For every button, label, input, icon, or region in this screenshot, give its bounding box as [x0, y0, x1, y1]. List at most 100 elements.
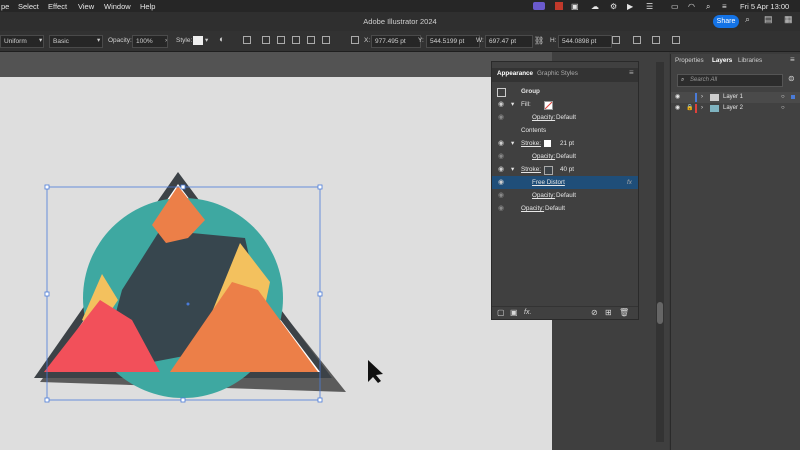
search-icon[interactable]: ⌕ — [745, 14, 750, 25]
reference-point-icon[interactable] — [351, 36, 359, 44]
opacity-input[interactable]: 100% — [132, 35, 168, 48]
target-icon[interactable]: ○ — [781, 92, 785, 103]
chevron-right-icon[interactable]: › — [701, 103, 703, 114]
align-middle-icon[interactable] — [307, 36, 315, 44]
eye-icon[interactable]: ◉ — [675, 103, 680, 114]
eye-icon[interactable]: ◉ — [498, 163, 504, 176]
style-swatch[interactable] — [193, 36, 203, 45]
eye-icon[interactable]: ◉ — [498, 202, 504, 215]
effect-opacity-row[interactable]: ◉ Opacity: Default — [492, 189, 638, 202]
chevron-right-icon[interactable]: › — [701, 92, 703, 103]
menu-item-window[interactable]: Window — [104, 2, 131, 11]
align-left-icon[interactable] — [243, 36, 251, 44]
link-icon[interactable]: ⛓ — [534, 35, 544, 46]
menu-item-help[interactable]: Help — [140, 2, 155, 11]
stroke-label[interactable]: Stroke: — [521, 137, 541, 150]
layer-row-1[interactable]: ◉ › Layer 1 ○ — [671, 92, 800, 103]
menu-item-effect[interactable]: Effect — [48, 2, 67, 11]
mountain-artwork[interactable] — [0, 52, 552, 450]
target-icon[interactable]: ○ — [781, 103, 785, 114]
eye-icon[interactable]: ◉ — [498, 98, 504, 111]
opacity-link[interactable]: Opacity: — [532, 111, 555, 124]
new-stroke-icon[interactable]: ▢ — [497, 308, 505, 317]
stroke-label[interactable]: Stroke: — [521, 163, 541, 176]
layer-name[interactable]: Layer 2 — [723, 103, 743, 114]
scroll-thumb[interactable] — [657, 302, 663, 324]
opacity-link[interactable]: Opacity: — [532, 189, 555, 202]
search-input[interactable]: Search All — [690, 75, 717, 86]
layer-name[interactable]: Layer 1 — [723, 92, 743, 103]
tab-graphic-styles[interactable]: Graphic Styles — [537, 70, 578, 77]
eye-icon[interactable]: ◉ — [498, 111, 504, 124]
eye-icon[interactable]: ◉ — [498, 176, 504, 189]
arrange-icon[interactable] — [652, 36, 660, 44]
screen-record-icon[interactable] — [533, 2, 545, 10]
delete-item-icon[interactable]: 🗑 — [619, 308, 629, 317]
panel-menu-icon[interactable]: ≡ — [790, 55, 795, 64]
align-top-icon[interactable] — [292, 36, 300, 44]
app-icon[interactable] — [555, 2, 563, 10]
stroke-swatch-white[interactable] — [544, 140, 551, 147]
chevron-down-icon[interactable]: ▾ — [511, 163, 514, 176]
tab-layers[interactable]: Layers — [712, 57, 732, 64]
fx-icon[interactable]: fx — [627, 176, 632, 189]
creative-cloud-icon[interactable]: ☁ — [591, 2, 599, 11]
w-input[interactable]: 697.47 pt — [485, 35, 533, 48]
chevron-down-icon[interactable]: ▾ — [97, 35, 100, 46]
panel-menu-icon[interactable]: ≡ — [629, 68, 634, 77]
chevron-down-icon[interactable]: ▾ — [511, 137, 514, 150]
opacity-link[interactable]: Opacity: — [532, 150, 555, 163]
control-center-icon[interactable]: ≡ — [722, 2, 727, 11]
menu-item-view[interactable]: View — [78, 2, 94, 11]
chevron-right-icon[interactable]: › — [165, 35, 167, 46]
duplicate-item-icon[interactable]: ⊞ — [605, 308, 612, 317]
media-icon[interactable]: ▶ — [627, 2, 633, 11]
battery-icon[interactable]: ▭ — [671, 2, 679, 11]
spotlight-icon[interactable]: ⌕ — [706, 2, 710, 12]
menu-icon[interactable] — [672, 36, 680, 44]
tab-properties[interactable]: Properties — [675, 57, 704, 64]
fill-opacity-row[interactable]: ◉ Opacity: Default — [492, 111, 638, 124]
chevron-down-icon[interactable]: ▾ — [511, 98, 514, 111]
wifi-icon[interactable]: ◠ — [688, 2, 695, 11]
stroke-swatch-dark[interactable] — [544, 166, 553, 175]
share-button[interactable]: Share — [713, 15, 739, 28]
chevron-down-icon[interactable]: ▾ — [39, 35, 42, 46]
free-distort-row[interactable]: ◉ Free Distort fx — [492, 176, 638, 189]
stroke-row-1[interactable]: ◉ ▾ Stroke: 21 pt — [492, 137, 638, 150]
selection-indicator[interactable] — [791, 95, 795, 99]
layers-search[interactable]: ⌕ Search All — [677, 74, 783, 87]
h-input[interactable]: 544.0898 pt — [558, 35, 612, 48]
brush-select[interactable]: Basic — [49, 35, 103, 48]
stroke-weight[interactable]: 21 pt — [560, 137, 574, 150]
new-fill-icon[interactable]: ▣ — [510, 308, 518, 317]
add-effect-icon[interactable]: fx. — [524, 309, 531, 316]
fill-row[interactable]: ◉ ▾ Fill: — [492, 98, 638, 111]
layer-row-2[interactable]: ◉ 🔒 › Layer 2 ○ — [671, 103, 800, 114]
align-right-icon[interactable] — [277, 36, 285, 44]
stroke-opacity-row[interactable]: ◉ Opacity: Default — [492, 150, 638, 163]
eye-icon[interactable]: ◉ — [498, 189, 504, 202]
group-row[interactable]: Group — [492, 85, 638, 98]
eye-icon[interactable]: ◉ — [498, 150, 504, 163]
contents-row[interactable]: Contents — [492, 124, 638, 137]
group-opacity-row[interactable]: ◉ Opacity: Default — [492, 202, 638, 215]
eye-icon[interactable]: ◉ — [498, 137, 504, 150]
layout-icon[interactable]: ▤ — [764, 14, 773, 25]
stroke-profile-select[interactable]: Uniform — [0, 35, 44, 48]
lock-icon[interactable]: 🔒 — [686, 103, 693, 114]
tab-libraries[interactable]: Libraries — [738, 57, 762, 64]
workspace-icon[interactable]: ▦ — [784, 14, 793, 25]
eye-icon[interactable]: ◉ — [675, 92, 680, 103]
y-input[interactable]: 544.5199 pt — [426, 35, 480, 48]
recolor-icon[interactable]: ◐ — [219, 34, 224, 45]
menu-item-file[interactable]: pe — [1, 2, 9, 11]
align-bottom-icon[interactable] — [322, 36, 330, 44]
x-input[interactable]: 977.495 pt — [371, 35, 421, 48]
grid-icon[interactable] — [633, 36, 641, 44]
fill-none-swatch[interactable] — [544, 101, 553, 110]
chevron-down-icon[interactable]: ▾ — [205, 35, 208, 46]
search-menu-icon[interactable]: ⚙ — [610, 2, 617, 11]
opacity-link[interactable]: Opacity: — [521, 202, 544, 215]
vertical-scrollbar[interactable] — [656, 62, 664, 442]
